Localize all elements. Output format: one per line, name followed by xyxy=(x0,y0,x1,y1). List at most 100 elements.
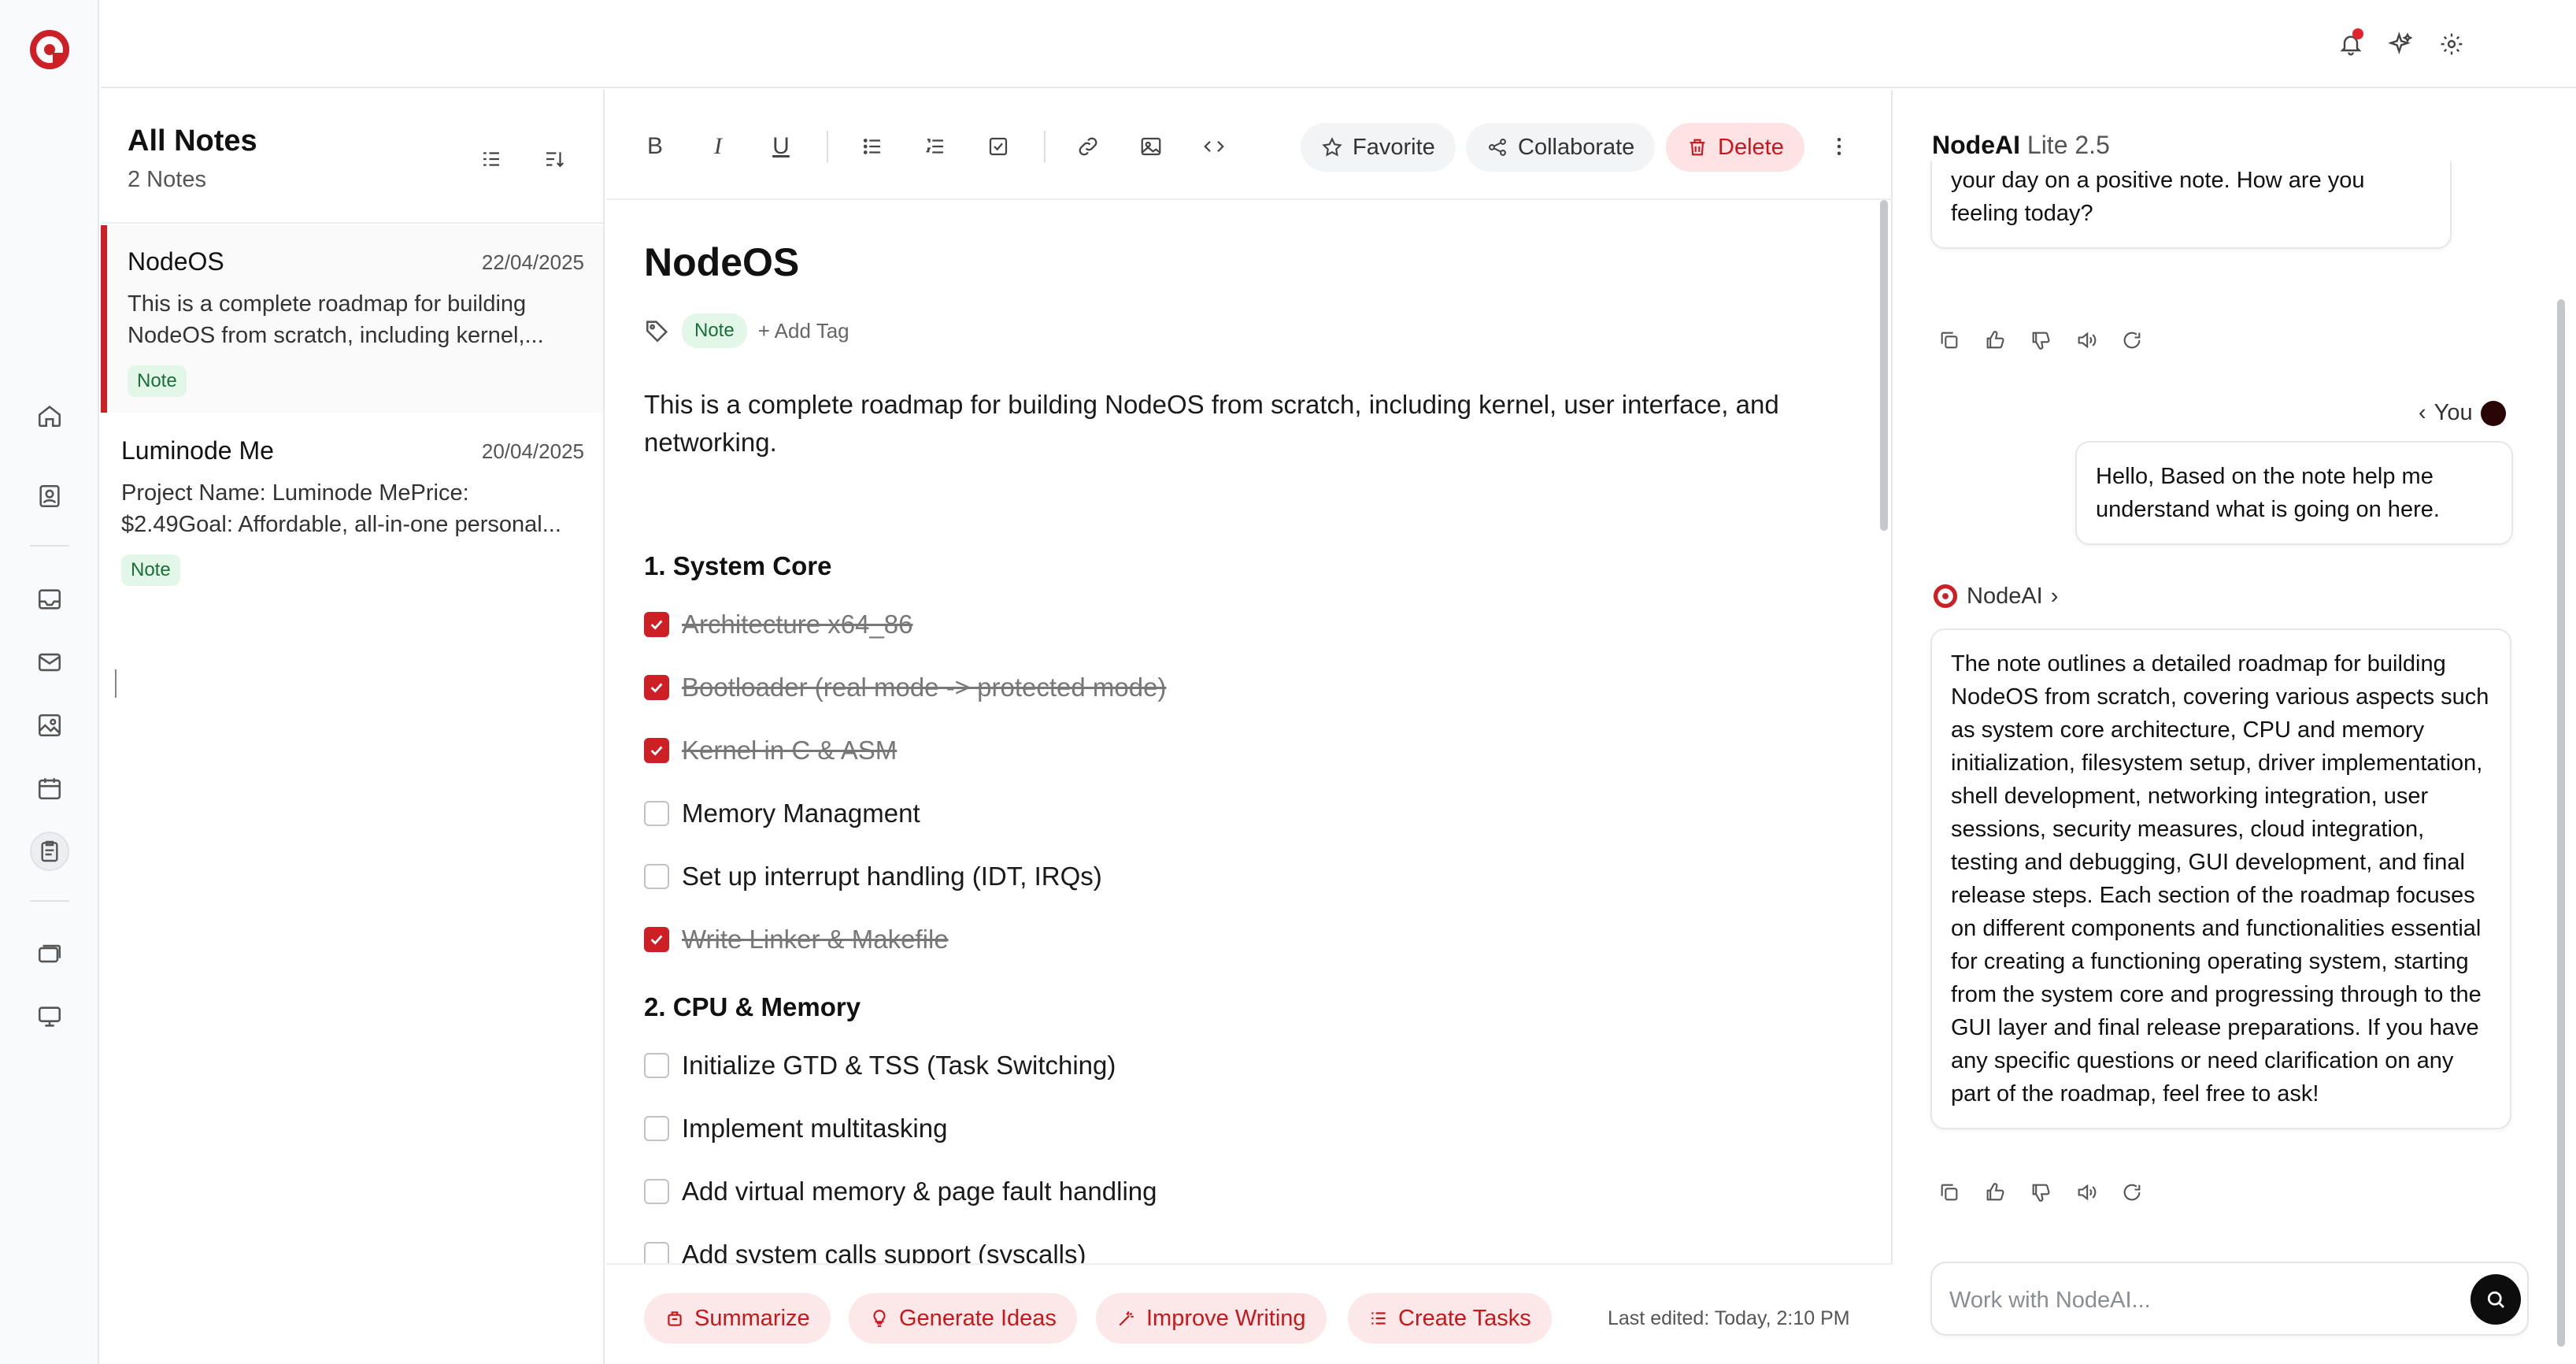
checkbox-unchecked[interactable] xyxy=(644,1116,669,1141)
ai-prompt-input[interactable] xyxy=(1949,1279,2453,1321)
collaborate-button[interactable]: Collaborate xyxy=(1466,123,1656,172)
task-item[interactable]: Write Linker & Makefile xyxy=(644,925,949,954)
stack-icon[interactable] xyxy=(30,934,69,973)
ai-label-text: NodeAI xyxy=(1967,583,2043,609)
note-item-preview: Project Name: Luminode MePrice: $2.49Goa… xyxy=(121,480,561,537)
delete-button[interactable]: Delete xyxy=(1666,123,1804,172)
checkbox-checked[interactable] xyxy=(644,675,669,700)
copy-icon[interactable] xyxy=(1935,1178,1963,1206)
note-title[interactable]: NodeOS xyxy=(644,239,799,285)
task-item[interactable]: Set up interrupt handling (IDT, IRQs) xyxy=(644,862,1102,891)
task-text: Implement multitasking xyxy=(682,1114,948,1143)
summarize-icon xyxy=(668,1311,682,1326)
checklist-icon[interactable] xyxy=(981,129,1016,164)
calendar-icon[interactable] xyxy=(30,769,69,808)
collaborate-label: Collaborate xyxy=(1518,134,1635,160)
bell-icon[interactable] xyxy=(2334,27,2368,61)
editor-scrollbar[interactable] xyxy=(1880,200,1888,531)
sparkles-icon[interactable] xyxy=(2384,27,2419,61)
inbox-icon[interactable] xyxy=(30,580,69,619)
notes-count: 2 Notes xyxy=(128,167,206,192)
add-tag-button[interactable]: + Add Tag xyxy=(758,319,849,343)
share-icon xyxy=(1489,139,1506,156)
improve-writing-button[interactable]: Improve Writing xyxy=(1096,1293,1327,1344)
speaker-icon[interactable] xyxy=(2072,326,2100,354)
note-item-preview: This is a complete roadmap for building … xyxy=(128,291,544,348)
summarize-button[interactable]: Summarize xyxy=(644,1293,831,1344)
checkbox-unchecked[interactable] xyxy=(644,1053,669,1078)
notes-icon[interactable] xyxy=(30,832,69,871)
italic-button[interactable]: I xyxy=(701,129,735,164)
thumbs-up-icon[interactable] xyxy=(1981,326,2009,354)
magic-wand-icon xyxy=(1119,1311,1134,1326)
contacts-icon[interactable] xyxy=(30,476,69,516)
task-item[interactable]: Kernel in C & ASM xyxy=(644,736,897,765)
note-item-luminode-me[interactable]: Luminode Me 20/04/2025 Project Name: Lum… xyxy=(101,414,603,602)
speaker-icon[interactable] xyxy=(2072,1178,2100,1206)
task-text: Bootloader (real mode -> protected mode) xyxy=(682,673,1167,702)
user-message-text: Hello, Based on the note help me underst… xyxy=(2096,464,2440,522)
generate-ideas-button[interactable]: Generate Ideas xyxy=(849,1293,1077,1344)
code-icon[interactable] xyxy=(1197,129,1231,164)
thumbs-down-icon[interactable] xyxy=(2026,326,2055,354)
image-icon[interactable] xyxy=(1134,129,1168,164)
checkbox-unchecked[interactable] xyxy=(644,864,669,889)
favorite-button[interactable]: Favorite xyxy=(1301,123,1456,172)
thumbs-down-icon[interactable] xyxy=(2026,1178,2055,1206)
regenerate-icon[interactable] xyxy=(2118,326,2146,354)
checkbox-checked[interactable] xyxy=(644,612,669,637)
chevron-right-icon: › xyxy=(2050,583,2059,609)
bullet-list-icon[interactable] xyxy=(855,129,890,164)
filter-list-icon[interactable] xyxy=(474,142,509,176)
task-text: Architecture x64_86 xyxy=(682,610,913,639)
rail-divider xyxy=(30,545,69,547)
you-label-text: You xyxy=(2434,400,2473,425)
note-intro[interactable]: This is a complete roadmap for building … xyxy=(644,386,1825,461)
ai-message-label: NodeAI › xyxy=(1932,583,2058,610)
checkbox-checked[interactable] xyxy=(644,738,669,763)
task-item[interactable]: Bootloader (real mode -> protected mode) xyxy=(644,673,1166,702)
gear-icon[interactable] xyxy=(2434,27,2469,61)
note-tag[interactable]: Note xyxy=(682,313,747,348)
numbered-list-icon[interactable] xyxy=(918,129,953,164)
gallery-icon[interactable] xyxy=(30,706,69,745)
resize-handle[interactable] xyxy=(115,669,117,698)
bold-button[interactable]: B xyxy=(638,129,672,164)
underline-button[interactable]: U xyxy=(764,129,798,164)
chat-scrollbar[interactable] xyxy=(2557,299,2565,1347)
monitor-icon[interactable] xyxy=(30,997,69,1036)
ai-response-bubble: The note outlines a detailed roadmap for… xyxy=(1930,628,2511,1129)
checkbox-unchecked[interactable] xyxy=(644,801,669,826)
task-item[interactable]: Memory Managment xyxy=(644,799,920,828)
app-logo-icon[interactable] xyxy=(29,29,70,70)
ai-message-bubble: your day on a positive note. How are you… xyxy=(1930,161,2452,249)
ai-name: NodeAI xyxy=(1932,131,2020,159)
task-item[interactable]: Add virtual memory & page fault handling xyxy=(644,1177,1157,1206)
sort-icon[interactable] xyxy=(537,142,572,176)
task-text: Set up interrupt handling (IDT, IRQs) xyxy=(682,862,1102,891)
section-heading: 1. System Core xyxy=(644,551,832,580)
task-item[interactable]: Architecture x64_86 xyxy=(644,610,913,639)
mail-icon[interactable] xyxy=(30,643,69,682)
regenerate-icon[interactable] xyxy=(2118,1178,2146,1206)
task-item[interactable]: Implement multitasking xyxy=(644,1114,947,1143)
thumbs-up-icon[interactable] xyxy=(1981,1178,2009,1206)
home-icon[interactable] xyxy=(30,396,69,436)
toolbar-divider xyxy=(1044,131,1046,162)
chat-thread: your day on a positive note. How are you… xyxy=(1894,161,2576,1232)
more-options-icon[interactable] xyxy=(1822,129,1856,164)
ai-send-button[interactable] xyxy=(2471,1274,2521,1325)
checkbox-unchecked[interactable] xyxy=(644,1179,669,1204)
notes-list-header: All Notes 2 Notes xyxy=(101,90,603,224)
trash-icon xyxy=(1690,139,1705,156)
checkbox-checked[interactable] xyxy=(644,927,669,952)
link-icon[interactable] xyxy=(1071,129,1105,164)
chevron-left-icon: ‹ xyxy=(2419,400,2426,425)
copy-icon[interactable] xyxy=(1935,326,1963,354)
favorite-label: Favorite xyxy=(1353,134,1435,160)
task-item[interactable]: Initialize GTD & TSS (Task Switching) xyxy=(644,1051,1116,1080)
create-tasks-button[interactable]: Create Tasks xyxy=(1348,1293,1552,1344)
task-text: Memory Managment xyxy=(682,799,920,828)
user-message-bubble: Hello, Based on the note help me underst… xyxy=(2075,441,2513,545)
note-item-nodeos[interactable]: NodeOS 22/04/2025 This is a complete roa… xyxy=(101,225,603,413)
